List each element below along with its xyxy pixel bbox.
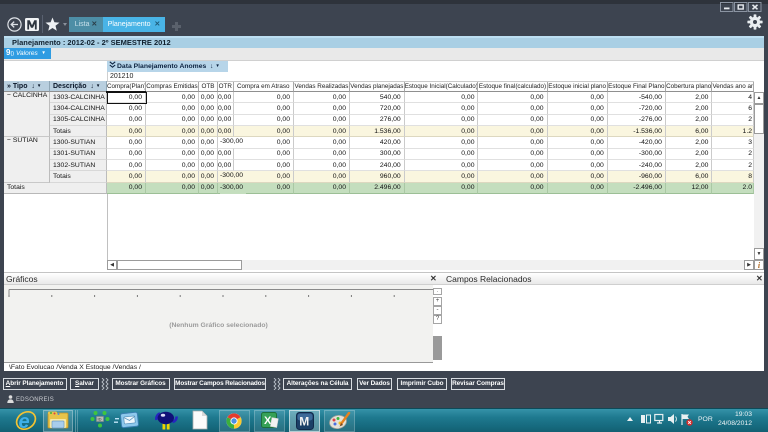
svg-text:e: e	[19, 411, 30, 432]
svg-text:M: M	[299, 414, 309, 428]
svg-text:ID: ID	[98, 417, 102, 422]
